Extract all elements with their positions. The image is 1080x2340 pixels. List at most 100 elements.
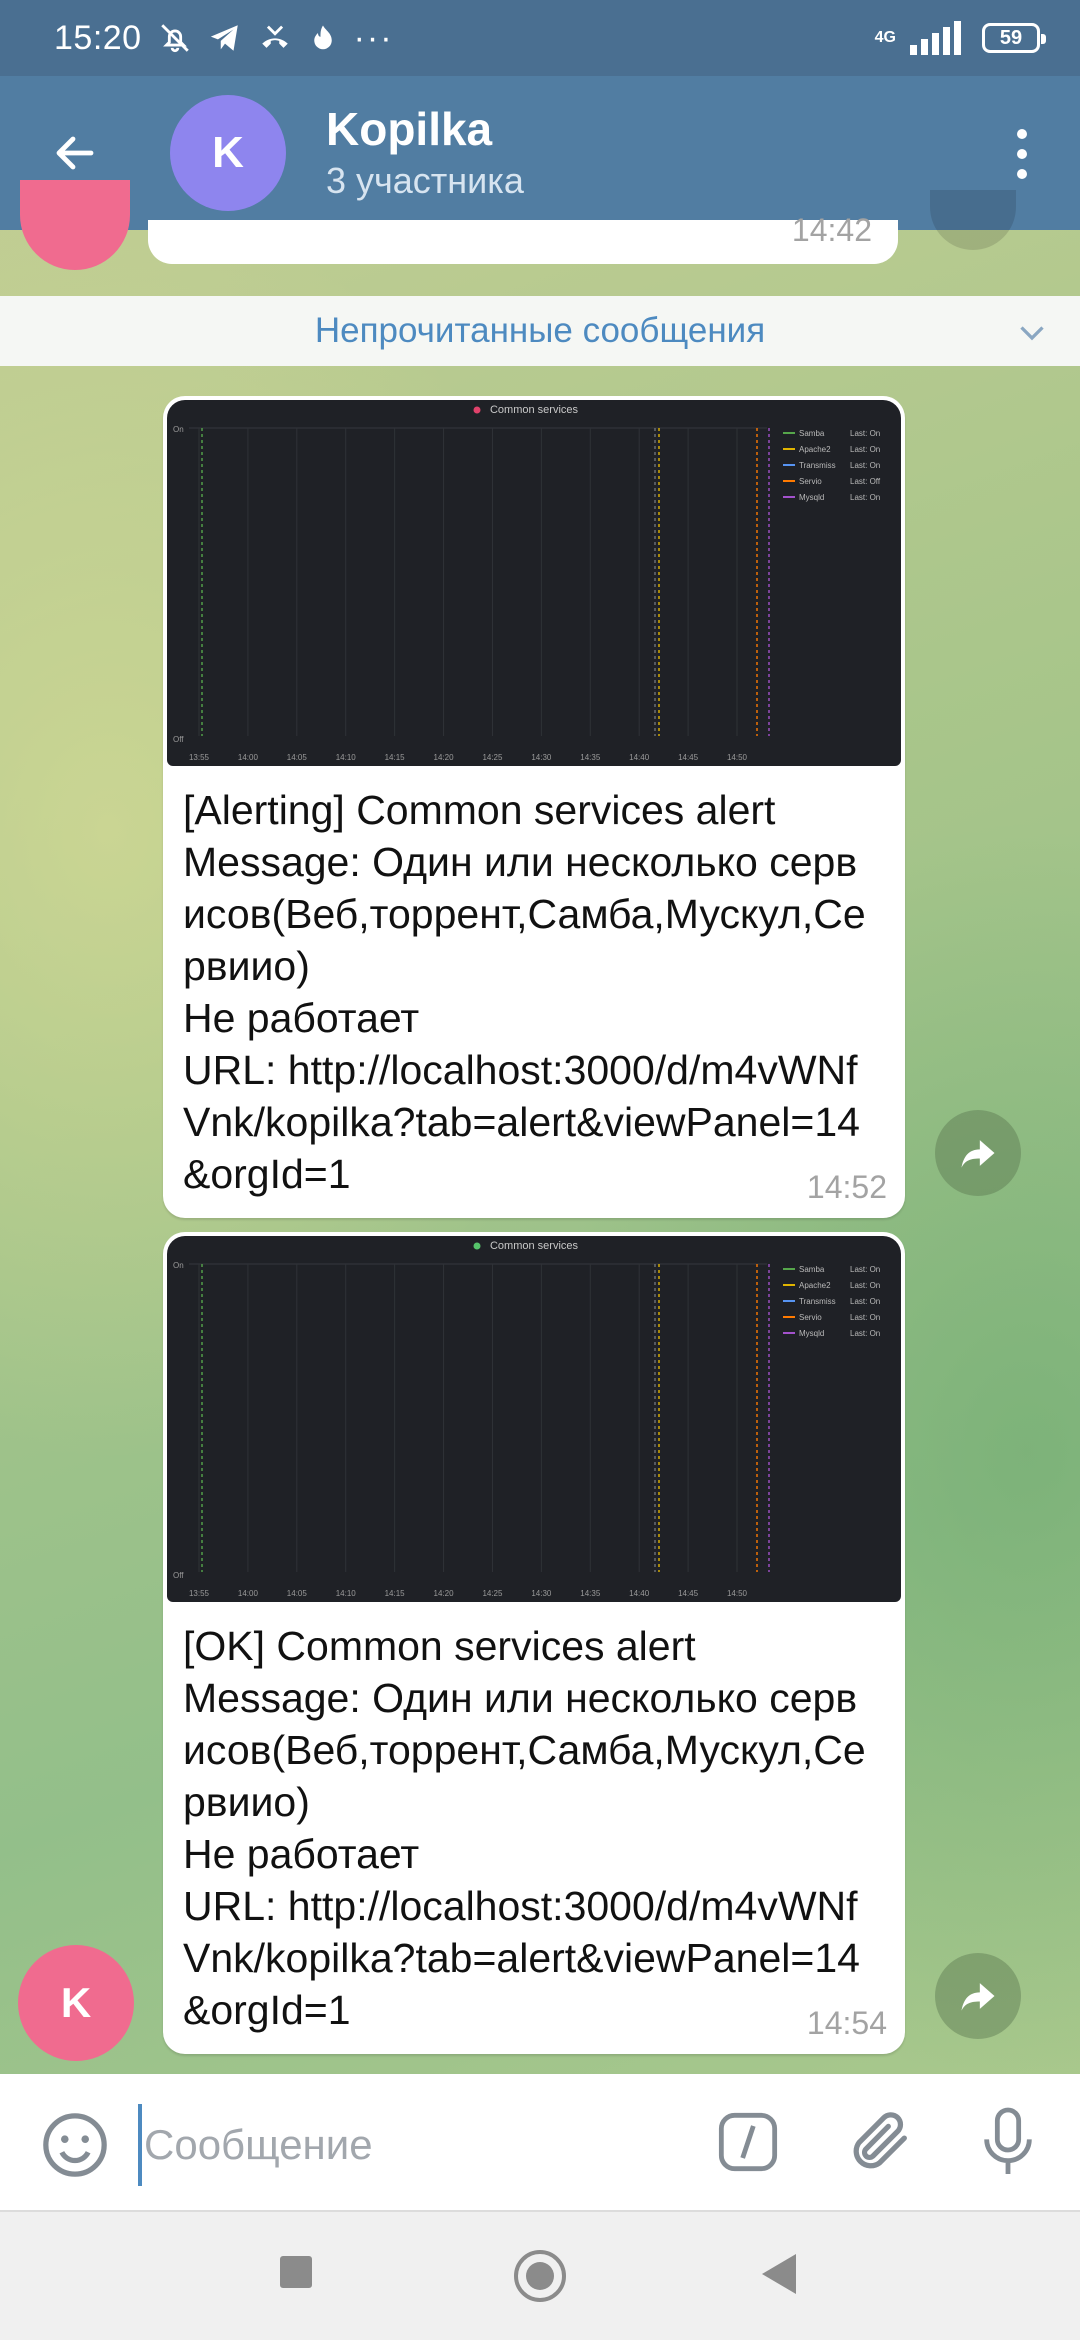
legend-name: Transmiss [799,461,836,470]
legend-value: Last: On [850,1281,880,1290]
graph-title: Common services [490,404,579,416]
microphone-icon[interactable] [976,2104,1040,2180]
legend-name: Transmiss [799,1297,836,1306]
legend-value: Last: On [850,493,880,502]
more-menu-button[interactable] [994,114,1050,194]
message-time: 14:52 [806,1169,887,1205]
grafana-graph: Common services On Off 13:55 14:00 14:05 14:10… [173,404,881,762]
x-tick-label: 14:05 [287,1589,308,1598]
legend-name: Samba [799,1265,825,1274]
heart-icon [473,406,481,414]
x-tick-label: 14:50 [727,753,748,762]
x-tick-label: 14:45 [678,1589,699,1598]
previous-message-bubble[interactable]: 14:42 [148,212,898,264]
legend-name: Apache2 [799,445,831,454]
y-tick-label: Off [173,1571,184,1580]
graph-title: Common services [490,1240,579,1252]
x-tick-label: 14:50 [727,1589,748,1598]
x-tick-label: 13:55 [189,753,210,762]
legend-value: Last: On [850,1297,880,1306]
legend-name: Servio [799,1313,822,1322]
grafana-graph: Common services On Off 13:55 14:00 14:05 14:10… [173,1240,880,1598]
graph-screenshot[interactable]: Common services On Off 13:55 14:00 14:05 14:10… [167,400,901,766]
x-tick-label: 14:10 [336,753,357,762]
more-vertical-icon [1017,129,1027,139]
x-tick-label: 14:15 [385,1589,406,1598]
battery-level: 59 [999,26,1023,49]
legend-name: Apache2 [799,1281,831,1290]
x-tick-label: 14:00 [238,753,259,762]
home-circle-icon[interactable] [514,2250,566,2302]
x-tick-label: 14:20 [434,1589,455,1598]
network-type: 4G [874,29,896,46]
chat-title: Kopilka [326,103,493,155]
system-nav-bar [0,2210,1080,2340]
x-tick-label: 13:55 [189,1589,210,1598]
message-bubble[interactable]: Common services On Off 13:55 14:00 14:05 14:10… [163,396,905,1218]
forward-icon [961,1140,995,1168]
previous-message-time: 14:42 [791,212,872,248]
bell-off-icon [160,24,189,53]
legend-value: Last: On [850,1329,880,1338]
legend-value: Last: On [850,461,880,470]
legend-value: Last: On [850,445,880,454]
x-tick-label: 14:05 [287,753,308,762]
legend-name: Samba [799,429,825,438]
x-tick-label: 14:00 [238,1589,259,1598]
message-text: [OK] Common services alert Message: Один… [183,1623,866,2033]
forward-icon [961,1983,995,2011]
emoji-icon[interactable] [40,2110,110,2180]
y-tick-label: On [173,1261,184,1270]
chat-title-block[interactable]: Kopilka 3 участника [326,101,524,205]
x-tick-label: 14:40 [629,1589,650,1598]
battery-icon: 59 [982,23,1046,53]
status-icons: ··· [158,19,394,58]
x-tick-label: 14:25 [482,753,503,762]
x-tick-label: 14:30 [531,753,552,762]
message-input-bar [0,2074,1080,2210]
triangle-back-icon[interactable] [762,2254,796,2294]
status-bar: 15:20 ··· 4G 59 [0,0,1080,76]
message-input[interactable] [138,2104,706,2186]
legend-value: Last: On [850,1313,880,1322]
fire-icon [313,25,332,50]
signal-icon [910,21,961,55]
message-bubble[interactable]: Common services On Off 13:55 14:00 14:05 14:10… [163,1232,905,2054]
forward-button[interactable] [935,1953,1021,2039]
chat-avatar[interactable]: K [170,95,286,211]
chevron-down-icon[interactable] [1014,314,1050,350]
x-tick-label: 14:35 [580,1589,601,1598]
telegram-icon [210,25,238,51]
legend-value: Last: On [850,429,880,438]
slash-command-icon[interactable] [716,2110,780,2174]
more-notifications-icon: ··· [353,18,394,57]
x-tick-label: 14:35 [580,753,601,762]
legend-value: Last: Off [850,477,881,486]
legend-value: Last: On [850,1265,880,1274]
x-tick-label: 14:15 [385,753,406,762]
arrow-left-icon [56,136,94,170]
x-tick-label: 14:45 [678,753,699,762]
x-tick-label: 14:10 [336,1589,357,1598]
y-tick-label: Off [173,735,184,744]
square-icon[interactable] [280,2256,312,2288]
sender-avatar[interactable]: K [18,1945,134,2061]
graph-screenshot[interactable]: Common services On Off 13:55 14:00 14:05 14:10… [167,1236,901,1602]
x-tick-label: 14:25 [482,1589,503,1598]
message-time: 14:54 [806,2005,887,2041]
message-text: [Alerting] Common services alert Message… [183,787,866,1197]
forward-button[interactable] [935,1110,1021,1196]
legend-name: Servio [799,477,822,486]
x-tick-label: 14:30 [531,1589,552,1598]
heart-icon [473,1242,481,1250]
paperclip-icon[interactable] [846,2106,916,2176]
y-tick-label: On [173,425,184,434]
chat-subtitle: 3 участника [326,160,524,201]
x-tick-label: 14:20 [434,753,455,762]
status-right: 4G 59 [874,21,1046,55]
unread-label: Непрочитанные сообщения [314,311,766,350]
legend-name: Mysqld [799,493,824,502]
x-tick-label: 14:40 [629,753,650,762]
missed-call-icon [261,25,288,48]
status-time: 15:20 [54,18,142,57]
